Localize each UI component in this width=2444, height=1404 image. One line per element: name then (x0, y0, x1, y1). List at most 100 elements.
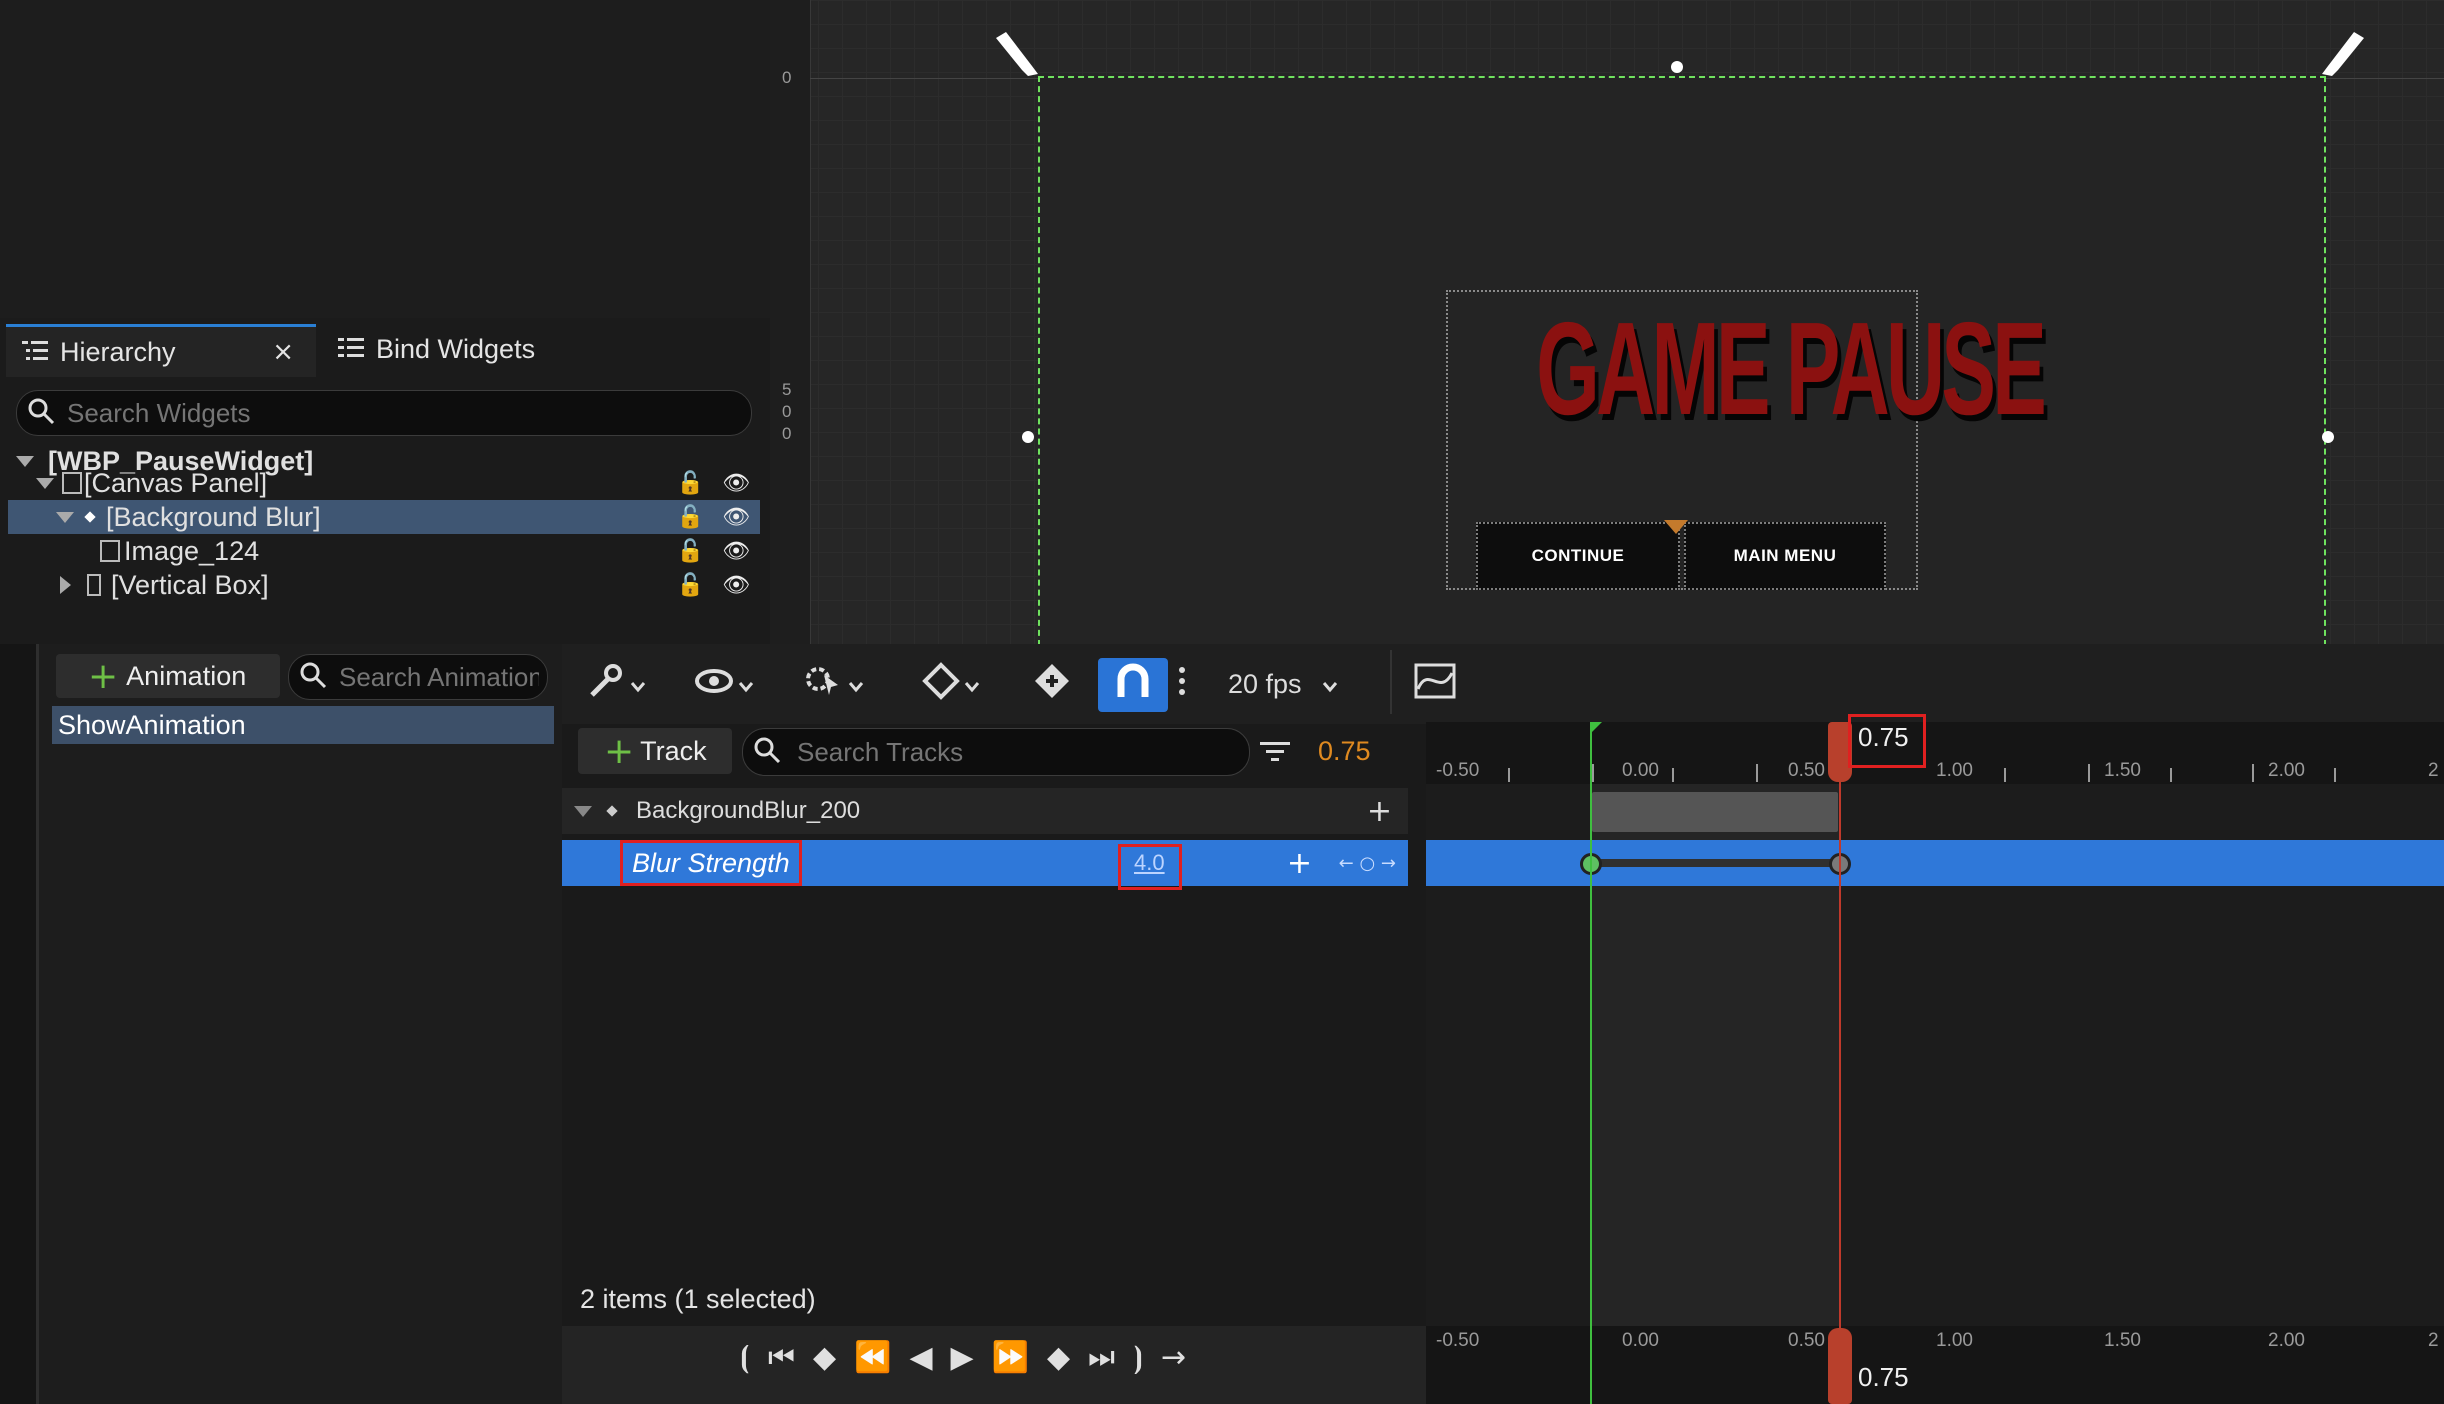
snap-options[interactable] (1178, 660, 1186, 708)
add-animation-button[interactable]: + Animation (56, 654, 280, 698)
ruler-tick-mark (1508, 768, 1510, 782)
view-menu[interactable] (694, 660, 754, 708)
add-key-button[interactable] (1032, 660, 1072, 708)
start-marker[interactable] (1590, 722, 1592, 1404)
playhead-handle-bottom[interactable] (1828, 1328, 1852, 1404)
tree-row-canvas-panel[interactable]: [Canvas Panel] 🔓 👁 (8, 466, 760, 500)
anchor-left-icon[interactable] (992, 30, 1042, 85)
continue-button[interactable]: CONTINUE (1476, 522, 1680, 590)
ruler-label: 0 (782, 68, 792, 87)
resize-handle[interactable] (1022, 431, 1034, 443)
plus-icon: + (88, 655, 119, 697)
widget-search-input[interactable] (65, 396, 729, 430)
curve-editor-button[interactable] (1414, 660, 1456, 708)
track-search-input[interactable] (795, 735, 1229, 769)
tree-row-vertical-box[interactable]: [Vertical Box] 🔓 👁 (8, 568, 760, 602)
collapse-icon[interactable] (574, 805, 592, 817)
ruler-tick: 2 (2428, 1330, 2439, 1351)
wrench-icon (586, 661, 626, 708)
tree-row-background-blur[interactable]: [Background Blur] 🔓 👁 (8, 500, 760, 534)
section-bar[interactable] (1592, 792, 1838, 832)
step-back-icon[interactable]: ⏪ (854, 1340, 895, 1375)
current-time-readout[interactable]: 0.75 (1318, 736, 1371, 767)
add-key-icon[interactable]: + (1287, 846, 1312, 881)
key-interpolation-menu[interactable] (922, 660, 980, 708)
search-icon (299, 661, 327, 694)
resize-handle[interactable] (1671, 61, 1683, 73)
track-search[interactable] (742, 728, 1250, 776)
animation-item-label: ShowAnimation (58, 709, 246, 740)
eye-icon[interactable]: 👁 (722, 573, 750, 598)
search-icon (27, 397, 55, 430)
lock-icon[interactable]: 🔓 (677, 539, 704, 564)
animation-item[interactable]: ShowAnimation (52, 706, 554, 744)
plus-icon: + (604, 730, 635, 772)
chevron-down-icon (964, 669, 980, 700)
fps-dropdown[interactable]: 20 fps (1228, 660, 1338, 708)
tree-row-label: [Background Blur] (106, 501, 321, 532)
ruler-label: 0 (782, 402, 792, 421)
expand-icon[interactable] (60, 576, 71, 594)
eye-icon[interactable]: 👁 (722, 471, 750, 496)
collapse-icon[interactable] (36, 477, 54, 489)
highlight-box (620, 840, 802, 886)
highlight-box (1118, 844, 1182, 890)
snap-toggle[interactable] (1098, 658, 1168, 712)
step-forward-icon[interactable]: ⏩ (992, 1340, 1033, 1375)
status-text: 2 items (1 selected) (580, 1284, 816, 1314)
collapse-icon[interactable] (56, 511, 74, 523)
animation-search-input[interactable] (337, 660, 541, 694)
start-marker-flag (1590, 722, 1602, 734)
lock-icon[interactable]: 🔓 (677, 471, 704, 496)
chevron-down-icon (848, 669, 864, 700)
ruler-tick: 0.50 (1788, 760, 1825, 781)
go-to-end-icon[interactable]: ⏭ (1088, 1340, 1119, 1375)
filter-icon[interactable] (1260, 740, 1290, 769)
step-back-key-icon[interactable]: ◆ (813, 1340, 840, 1375)
more-icon (1178, 666, 1186, 703)
play-reverse-icon[interactable]: ◀ (909, 1340, 936, 1375)
highlight-box (1848, 714, 1926, 768)
widget-dot-icon (84, 511, 96, 523)
eye-icon[interactable]: 👁 (722, 539, 750, 564)
tree-row-image[interactable]: Image_124 🔓 👁 (8, 534, 760, 568)
tab-hierarchy[interactable]: Hierarchy × (6, 324, 316, 377)
eye-icon[interactable]: 👁 (722, 505, 750, 530)
main-menu-button[interactable]: MAIN MENU (1684, 522, 1886, 590)
add-subtrack-icon[interactable]: + (1367, 794, 1392, 829)
ruler-tick: 0.00 (1622, 760, 1659, 781)
ruler-tick: 2.00 (2268, 1330, 2305, 1351)
timeline[interactable] (1426, 722, 2444, 1404)
resize-handle[interactable] (2322, 431, 2334, 443)
ruler-tick-mark (2170, 768, 2172, 782)
prev-key-icon[interactable]: ⏮ (768, 1340, 799, 1375)
playback-settings-menu[interactable] (802, 660, 864, 708)
hierarchy-icon (22, 337, 48, 368)
animation-search[interactable] (288, 654, 548, 700)
ruler-tick-mark (2088, 764, 2090, 782)
next-key-icon[interactable]: ◆ (1047, 1340, 1074, 1375)
ruler-tick: -0.50 (1436, 1330, 1480, 1351)
close-icon[interactable]: × (272, 337, 294, 367)
end-bracket-icon[interactable]: ⦘ (1133, 1340, 1147, 1375)
play-icon[interactable]: ▶ (951, 1340, 978, 1375)
wrench-menu[interactable] (586, 660, 646, 708)
lock-icon[interactable]: 🔓 (677, 505, 704, 530)
playhead-line[interactable] (1839, 722, 1841, 1404)
lock-icon[interactable]: 🔓 (677, 573, 704, 598)
track-row-background-blur[interactable]: BackgroundBlur_200 + (562, 788, 1408, 834)
anchor-right-icon[interactable] (2318, 30, 2368, 85)
vertical-ruler: 0 5 0 0 (770, 0, 811, 644)
add-track-button[interactable]: + Track (578, 728, 732, 774)
row-actions: 🔓 👁 (677, 573, 750, 598)
vertical-box-icon (87, 574, 101, 596)
widget-search[interactable] (16, 390, 752, 436)
key-navigation-icon[interactable]: ← ○ → (1339, 853, 1396, 874)
blur-strength-lane[interactable] (1426, 840, 2444, 886)
go-to-start-icon[interactable]: ⦗ (740, 1340, 754, 1375)
tree-row-label: [Vertical Box] (111, 569, 269, 600)
tab-bind-widgets[interactable]: Bind Widgets (322, 324, 582, 374)
collapse-icon[interactable] (16, 455, 34, 467)
loop-icon[interactable]: → (1161, 1340, 1190, 1375)
search-icon (753, 736, 781, 769)
